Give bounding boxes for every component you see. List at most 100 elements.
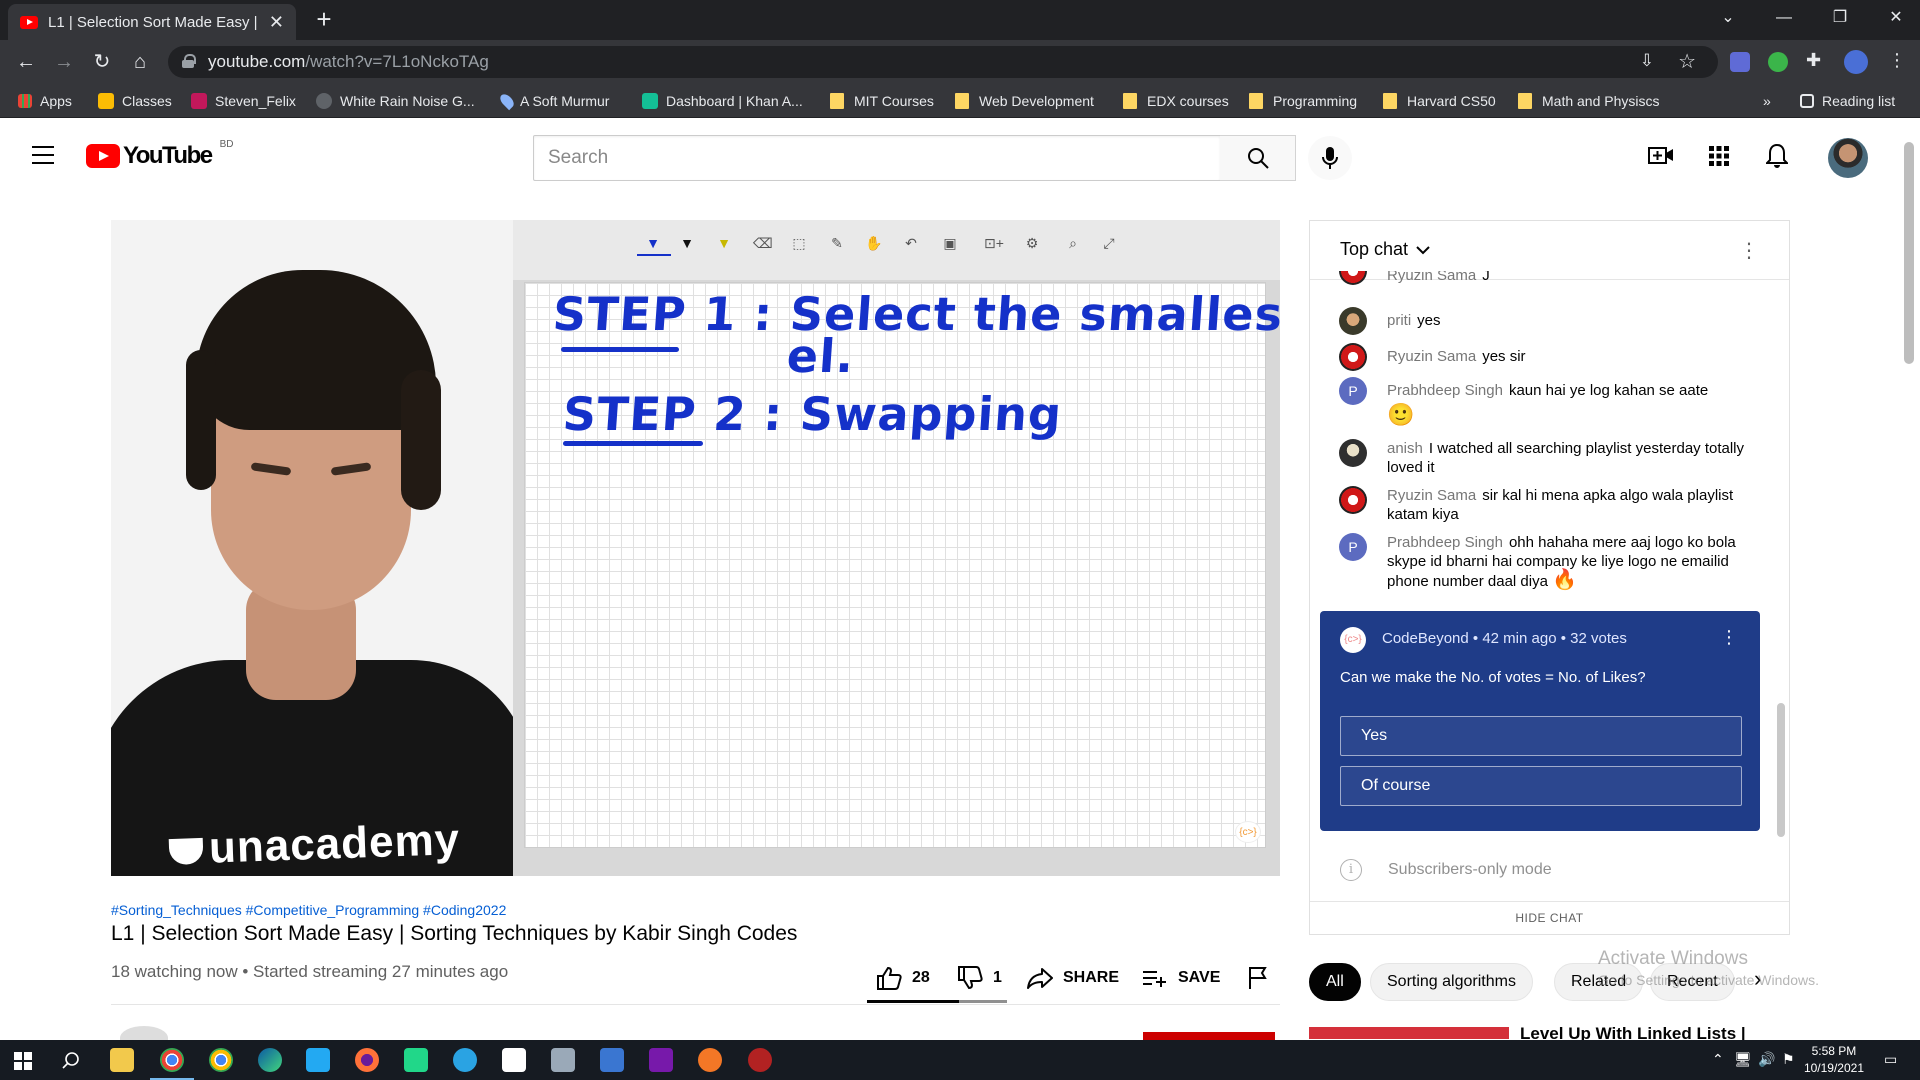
- new-tab-button[interactable]: +: [310, 6, 338, 34]
- taskbar-clock[interactable]: 5:58 PM 10/19/2021: [1804, 1043, 1864, 1077]
- author-avatar[interactable]: [1339, 271, 1367, 285]
- reload-button[interactable]: ↻: [86, 46, 118, 78]
- windows-start-icon[interactable]: [14, 1052, 32, 1070]
- browser-tab-active[interactable]: L1 | Selection Sort Made Easy | Sc ✕: [8, 4, 296, 40]
- notification-center-icon[interactable]: ▭: [1884, 1051, 1897, 1068]
- bookmark-star-icon[interactable]: ☆: [1678, 49, 1696, 74]
- notion-icon[interactable]: [502, 1048, 526, 1072]
- author-avatar[interactable]: [1339, 307, 1367, 335]
- menu-hamburger-icon[interactable]: [32, 146, 54, 164]
- extension-icon[interactable]: [1730, 52, 1750, 72]
- browser-menu-icon[interactable]: ⋮: [1888, 50, 1906, 71]
- chat-mode-dropdown[interactable]: Top chat: [1340, 239, 1430, 260]
- chat-author[interactable]: Prabhdeep Singh: [1387, 382, 1503, 399]
- chat-author[interactable]: Ryuzin Sama: [1387, 271, 1476, 284]
- author-avatar[interactable]: P: [1339, 533, 1367, 561]
- taskbar-search-icon[interactable]: [62, 1051, 80, 1069]
- bookmark-soft-murmur[interactable]: A Soft Murmur: [497, 91, 609, 111]
- report-flag-icon[interactable]: [1247, 966, 1269, 990]
- save-button[interactable]: SAVE: [1142, 963, 1220, 993]
- bookmark-cs50[interactable]: Harvard CS50: [1383, 91, 1496, 111]
- author-avatar[interactable]: [1339, 343, 1367, 371]
- search-button[interactable]: [1220, 135, 1296, 181]
- bookmark-webdev[interactable]: Web Development: [955, 91, 1094, 111]
- undo-icon[interactable]: ↶: [902, 234, 920, 252]
- bookmark-programming[interactable]: Programming: [1249, 91, 1357, 111]
- page-scrollbar[interactable]: [1904, 142, 1914, 364]
- jupyter-icon[interactable]: [698, 1048, 722, 1072]
- settings-app-icon[interactable]: [748, 1048, 772, 1072]
- chat-author[interactable]: Ryuzin Sama: [1387, 348, 1476, 365]
- chrome-icon[interactable]: [150, 1048, 194, 1080]
- close-window-button[interactable]: ✕: [1868, 0, 1920, 36]
- minimize-button[interactable]: —: [1756, 0, 1812, 36]
- bookmarks-overflow-button[interactable]: »: [1763, 91, 1771, 111]
- chat-author[interactable]: anish: [1387, 440, 1423, 457]
- bookmark-mit[interactable]: MIT Courses: [830, 91, 934, 111]
- file-explorer-icon[interactable]: [110, 1048, 134, 1072]
- share-button[interactable]: SHARE: [1027, 963, 1119, 993]
- author-avatar[interactable]: [1339, 486, 1367, 514]
- bookmark-edx[interactable]: EDX courses: [1123, 91, 1229, 111]
- tab-search-icon[interactable]: ⌄: [1700, 0, 1756, 36]
- extensions-puzzle-icon[interactable]: ✚: [1806, 50, 1821, 71]
- select-tool-icon[interactable]: ⬚: [790, 234, 808, 252]
- chat-scrollbar[interactable]: [1777, 703, 1785, 837]
- edge-icon[interactable]: [258, 1048, 282, 1072]
- pen-tool-icon[interactable]: ▼: [644, 234, 662, 252]
- chat-author[interactable]: Prabhdeep Singh: [1387, 534, 1503, 551]
- eraser-tool-icon[interactable]: ⌫: [753, 234, 773, 252]
- zoom-icon[interactable]: ⌕: [1064, 234, 1082, 252]
- vscode-icon[interactable]: [306, 1048, 330, 1072]
- home-button[interactable]: ⌂: [124, 46, 156, 78]
- author-avatar[interactable]: [1339, 439, 1367, 467]
- author-avatar[interactable]: P: [1339, 377, 1367, 405]
- pan-tool-icon[interactable]: ✋: [865, 234, 883, 252]
- language-flag-icon[interactable]: ⚑: [1782, 1051, 1795, 1068]
- chat-more-options-icon[interactable]: ⋮: [1739, 238, 1759, 263]
- restore-button[interactable]: ❐: [1812, 0, 1868, 36]
- tray-chevron-up-icon[interactable]: ⌃: [1712, 1051, 1724, 1068]
- network-icon[interactable]: 🖥: [1734, 1051, 1752, 1068]
- marker-tool-icon[interactable]: ▼: [678, 234, 696, 252]
- calculator-icon[interactable]: [600, 1048, 624, 1072]
- address-bar[interactable]: youtube.com/watch?v=7L1oNckoTAg ⇩ ☆: [168, 46, 1718, 78]
- user-avatar[interactable]: [1828, 138, 1868, 178]
- fullscreen-icon[interactable]: ⤢: [1100, 234, 1118, 252]
- forward-button[interactable]: →: [48, 46, 80, 78]
- highlighter-tool-icon[interactable]: ▼: [715, 234, 733, 252]
- pycharm-icon[interactable]: [404, 1048, 428, 1072]
- youtube-logo[interactable]: YouTube BD: [86, 139, 234, 170]
- chip-all[interactable]: All: [1309, 963, 1361, 1001]
- bookmark-math-physics[interactable]: Math and Physiscs: [1518, 91, 1660, 111]
- poll-more-options-icon[interactable]: ⋮: [1720, 627, 1738, 648]
- install-app-icon[interactable]: ⇩: [1640, 51, 1654, 71]
- chrome-profile-icon[interactable]: [209, 1048, 233, 1072]
- poll-option-of-course[interactable]: Of course: [1340, 766, 1742, 806]
- bookmark-khan[interactable]: Dashboard | Khan A...: [642, 91, 803, 111]
- onenote-icon[interactable]: [649, 1048, 673, 1072]
- bookmark-white-rain[interactable]: White Rain Noise G...: [316, 91, 475, 111]
- typing-app-icon[interactable]: [551, 1048, 575, 1072]
- bookmark-apps[interactable]: Apps: [18, 91, 72, 111]
- bookmark-steven-felix[interactable]: Steven_Felix: [191, 91, 296, 111]
- create-video-icon[interactable]: [1648, 145, 1674, 165]
- apps-grid-icon[interactable]: [1709, 146, 1729, 166]
- chip-sorting-algorithms[interactable]: Sorting algorithms: [1370, 963, 1533, 1001]
- firefox-icon[interactable]: [355, 1048, 379, 1072]
- video-player[interactable]: unacademy ▼ ▼ ▼ ⌫ ⬚ ✎ ✋ ↶ ▣ ⊡+ ⚙ ⌕ ⤢ STE…: [111, 220, 1280, 876]
- dislike-button[interactable]: 1: [957, 963, 1002, 993]
- close-tab-icon[interactable]: ✕: [269, 12, 284, 33]
- pencil-tool-icon[interactable]: ✎: [828, 234, 846, 252]
- volume-icon[interactable]: 🔊: [1758, 1051, 1775, 1068]
- add-page-icon[interactable]: ⊡+: [981, 234, 1007, 252]
- hide-chat-button[interactable]: HIDE CHAT: [1310, 901, 1789, 934]
- chat-author[interactable]: Ryuzin Sama: [1387, 487, 1476, 504]
- reading-list-button[interactable]: Reading list: [1800, 91, 1895, 111]
- recommendation-title[interactable]: Level Up With Linked Lists |: [1520, 1024, 1746, 1040]
- recommendation-thumbnail[interactable]: [1309, 1027, 1509, 1039]
- telegram-icon[interactable]: [453, 1048, 477, 1072]
- poll-option-yes[interactable]: Yes: [1340, 716, 1742, 756]
- like-button[interactable]: 28: [876, 963, 930, 993]
- notifications-bell-icon[interactable]: [1766, 143, 1788, 169]
